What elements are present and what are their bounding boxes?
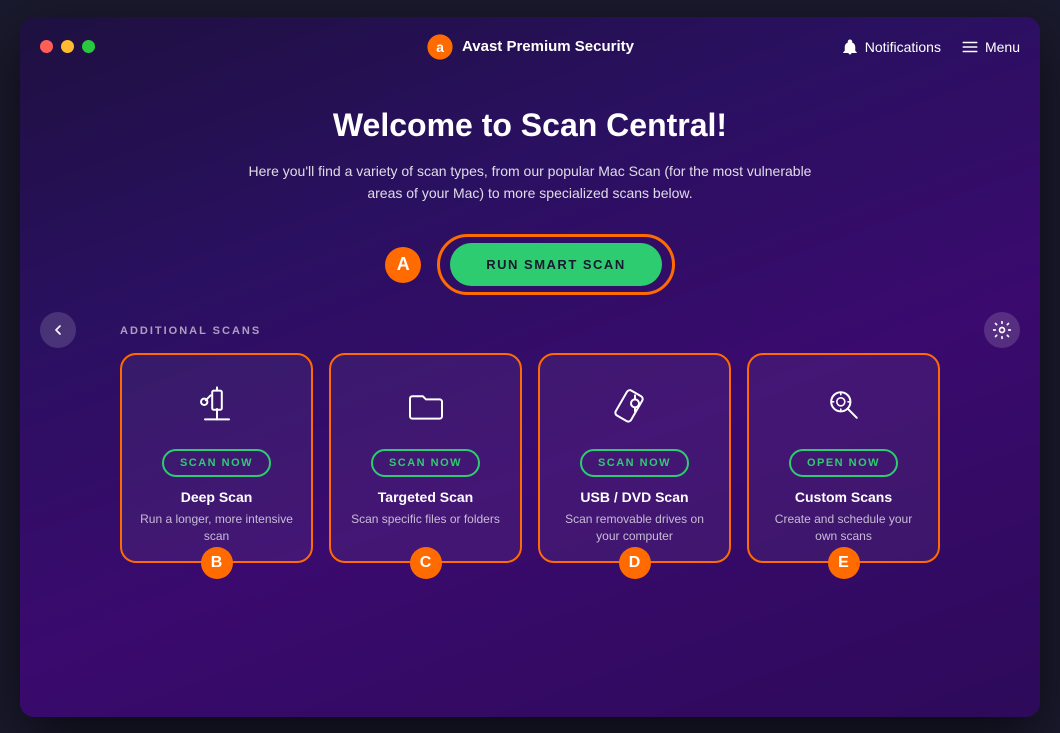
traffic-lights (40, 40, 95, 53)
usb-icon (605, 375, 665, 435)
content-area: Welcome to Scan Central! Here you'll fin… (20, 77, 1040, 583)
smart-scan-area: A RUN SMART SCAN (385, 234, 674, 295)
custom-scans-badge-e: E (828, 547, 860, 579)
usb-scan-button[interactable]: SCAN NOW (580, 449, 689, 477)
microscope-icon (187, 375, 247, 435)
svg-text:a: a (436, 38, 444, 54)
bell-icon (841, 38, 859, 56)
smart-scan-badge-a: A (385, 247, 421, 283)
usb-scan-title: USB / DVD Scan (580, 489, 688, 505)
targeted-scan-badge-c: C (410, 547, 442, 579)
app-title-text: Avast Premium Security (462, 38, 634, 55)
menu-button[interactable]: Menu (961, 38, 1020, 56)
smart-scan-highlight: RUN SMART SCAN (437, 234, 674, 295)
maximize-button[interactable] (82, 40, 95, 53)
folder-icon (396, 375, 456, 435)
targeted-scan-button[interactable]: SCAN NOW (371, 449, 480, 477)
notifications-button[interactable]: Notifications (841, 38, 941, 56)
titlebar-actions: Notifications Menu (841, 38, 1020, 56)
close-button[interactable] (40, 40, 53, 53)
titlebar: a Avast Premium Security Notifications M… (20, 17, 1040, 77)
custom-scans-card[interactable]: OPEN NOW Custom Scans Create and schedul… (747, 353, 940, 563)
scan-cards-grid: SCAN NOW Deep Scan Run a longer, more in… (120, 353, 940, 563)
deep-scan-badge-b: B (201, 547, 233, 579)
targeted-scan-title: Targeted Scan (378, 489, 473, 505)
avast-logo-icon: a (426, 33, 454, 61)
additional-scans-section: ADDITIONAL SCANS (80, 325, 980, 563)
custom-scans-title: Custom Scans (795, 489, 892, 505)
app-title-area: a Avast Premium Security (426, 33, 634, 61)
deep-scan-title: Deep Scan (181, 489, 253, 505)
deep-scan-description: Run a longer, more intensive scan (138, 511, 295, 545)
run-smart-scan-button[interactable]: RUN SMART SCAN (450, 243, 661, 286)
notifications-label: Notifications (865, 39, 941, 55)
custom-scans-description: Create and schedule your own scans (765, 511, 922, 545)
settings-button[interactable] (984, 312, 1020, 348)
deep-scan-card[interactable]: SCAN NOW Deep Scan Run a longer, more in… (120, 353, 313, 563)
gear-icon (992, 320, 1012, 340)
targeted-scan-card[interactable]: SCAN NOW Targeted Scan Scan specific fil… (329, 353, 522, 563)
back-arrow-icon (50, 322, 66, 338)
back-button[interactable] (40, 312, 76, 348)
gear-search-icon (814, 375, 874, 435)
usb-dvd-scan-card[interactable]: SCAN NOW USB / DVD Scan Scan removable d… (538, 353, 731, 563)
custom-scans-button[interactable]: OPEN NOW (789, 449, 898, 477)
menu-label: Menu (985, 39, 1020, 55)
targeted-scan-description: Scan specific files or folders (351, 511, 500, 528)
additional-scans-heading: ADDITIONAL SCANS (120, 325, 940, 337)
usb-scan-description: Scan removable drives on your computer (556, 511, 713, 545)
deep-scan-button[interactable]: SCAN NOW (162, 449, 271, 477)
page-title: Welcome to Scan Central! (333, 107, 727, 144)
usb-scan-badge-d: D (619, 547, 651, 579)
page-subtitle: Here you'll find a variety of scan types… (230, 160, 830, 205)
app-window: a Avast Premium Security Notifications M… (20, 17, 1040, 717)
minimize-button[interactable] (61, 40, 74, 53)
hamburger-icon (961, 38, 979, 56)
